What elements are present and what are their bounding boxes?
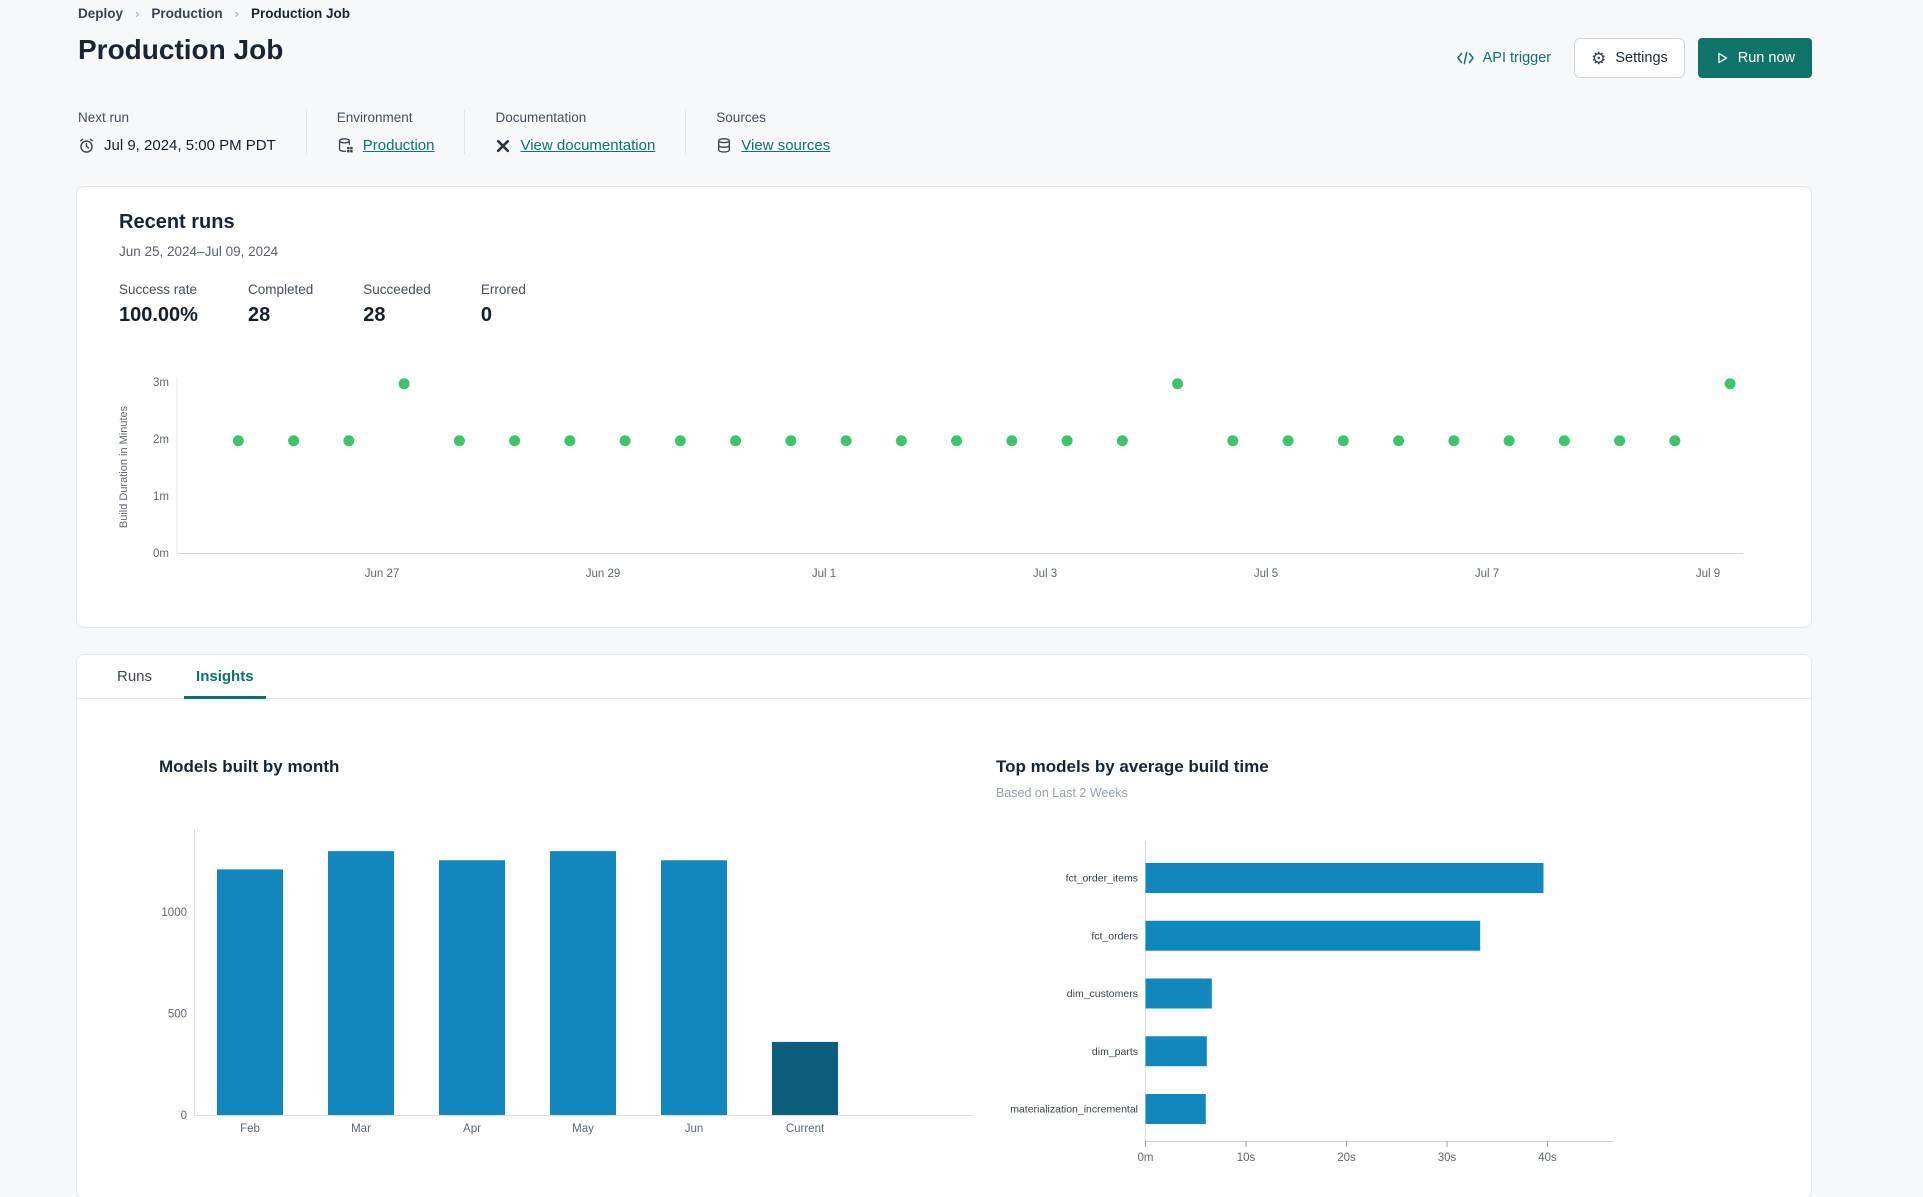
meta-environment-label: Environment xyxy=(336,110,413,125)
tab-insights[interactable]: Insights xyxy=(174,655,276,699)
svg-text:dim_customers: dim_customers xyxy=(1067,988,1138,1000)
models-built-bar-chart: 0 500 1000 Feb Mar Apr May Jun Current xyxy=(161,829,973,1135)
database-icon xyxy=(718,138,731,153)
view-sources-link[interactable]: View sources xyxy=(741,137,830,154)
breadcrumb-production-job: Production Job xyxy=(250,6,350,21)
svg-text:20s: 20s xyxy=(1337,1152,1356,1164)
svg-text:Apr: Apr xyxy=(463,1123,481,1135)
svg-text:fct_orders: fct_orders xyxy=(1091,930,1138,942)
meta-documentation: Documentation View documentation xyxy=(464,110,685,154)
svg-text:Jul 1: Jul 1 xyxy=(812,568,836,580)
svg-text:0m: 0m xyxy=(1138,1152,1154,1164)
recent-runs-date-range: Jun 25, 2024–Jul 09, 2024 xyxy=(119,244,279,259)
tab-runs[interactable]: Runs xyxy=(95,655,174,698)
recent-runs-stats: Success rate 100.00% Completed 28 Succee… xyxy=(119,282,526,327)
meta-environment: Environment Production xyxy=(305,110,465,154)
stat-completed: Completed 28 xyxy=(247,282,314,326)
run-now-label: Run now xyxy=(1737,50,1795,66)
chevron-right-icon: › xyxy=(234,6,239,21)
svg-text:10s: 10s xyxy=(1237,1152,1256,1164)
alarm-clock-icon xyxy=(80,138,93,153)
svg-text:Jun 29: Jun 29 xyxy=(586,568,621,580)
meta-sources: Sources View sources xyxy=(685,110,860,154)
build-duration-scatter-chart: Build Duration in Minutes 0m 1m 2m 3m Jun 27 J… xyxy=(118,377,1743,580)
svg-text:1m: 1m xyxy=(153,491,169,503)
stat-success-rate: Success rate 100.00% xyxy=(119,282,198,326)
environment-link[interactable]: Production xyxy=(363,137,435,154)
code-icon xyxy=(1456,51,1474,65)
recent-runs-card: Recent runs Jun 25, 2024–Jul 09, 2024 Su… xyxy=(76,186,1812,628)
settings-button[interactable]: ⚙ Settings xyxy=(1574,38,1685,78)
svg-text:Current: Current xyxy=(786,1123,825,1135)
job-detail-card: Runs Insights Models built by month 0 500… xyxy=(76,654,1812,1197)
svg-text:0: 0 xyxy=(181,1110,187,1122)
dbt-logo-icon xyxy=(497,139,510,152)
production-job-page: Deploy › Production › Production Job Pro… xyxy=(0,0,1923,1197)
environment-stack-icon xyxy=(338,138,353,153)
breadcrumb-deploy[interactable]: Deploy xyxy=(78,6,123,21)
svg-text:3m: 3m xyxy=(153,377,169,389)
api-trigger-label: API trigger xyxy=(1482,50,1552,66)
svg-text:40s: 40s xyxy=(1538,1152,1557,1164)
svg-text:fct_order_items: fct_order_items xyxy=(1066,873,1138,885)
play-icon xyxy=(1718,52,1727,64)
view-documentation-link[interactable]: View documentation xyxy=(520,137,655,154)
svg-text:dim_parts: dim_parts xyxy=(1092,1046,1138,1058)
meta-next-run-label: Next run xyxy=(78,110,130,125)
svg-text:Jul 3: Jul 3 xyxy=(1033,568,1057,580)
svg-text:Jul 9: Jul 9 xyxy=(1696,568,1720,580)
meta-sources-label: Sources xyxy=(716,110,766,125)
svg-text:Feb: Feb xyxy=(240,1123,260,1135)
svg-text:0m: 0m xyxy=(153,548,169,560)
svg-text:500: 500 xyxy=(168,1009,187,1021)
recent-runs-title: Recent runs xyxy=(119,211,235,233)
breadcrumb-production[interactable]: Production xyxy=(151,6,222,21)
svg-text:materialization_incremental: materialization_incremental xyxy=(1010,1104,1138,1116)
gear-icon: ⚙ xyxy=(1591,48,1607,68)
svg-text:Jun 27: Jun 27 xyxy=(365,568,400,580)
top-models-hbar-chart: 0m 10s 20s 30s 40s fct_order_items fct_ordersd… xyxy=(1010,841,1613,1164)
svg-text:May: May xyxy=(572,1123,594,1135)
svg-text:Build Duration in Minutes: Build Duration in Minutes xyxy=(118,405,130,528)
api-trigger-link[interactable]: API trigger xyxy=(1456,50,1552,66)
page-title: Production Job xyxy=(78,34,284,65)
run-now-button[interactable]: Run now xyxy=(1697,38,1812,78)
stat-succeeded: Succeeded 28 xyxy=(363,282,431,326)
tabs-row: Runs Insights xyxy=(77,655,1811,699)
svg-text:Mar: Mar xyxy=(351,1123,371,1135)
header-actions: API trigger ⚙ Settings Run now xyxy=(1456,38,1812,78)
svg-text:Jul 7: Jul 7 xyxy=(1475,568,1499,580)
meta-documentation-label: Documentation xyxy=(495,110,587,125)
models-built-chart-title: Models built by month xyxy=(159,757,340,776)
svg-text:2m: 2m xyxy=(153,434,169,446)
job-meta-row: Next run Jul 9, 2024, 5:00 PM PDT Enviro… xyxy=(78,110,860,154)
breadcrumb: Deploy › Production › Production Job xyxy=(78,6,350,21)
svg-text:Jul 5: Jul 5 xyxy=(1254,568,1278,580)
settings-label: Settings xyxy=(1615,50,1668,66)
svg-text:30s: 30s xyxy=(1438,1152,1457,1164)
top-models-chart-subtitle: Based on Last 2 Weeks xyxy=(996,786,1128,800)
meta-next-run: Next run Jul 9, 2024, 5:00 PM PDT xyxy=(78,110,306,154)
next-run-value: Jul 9, 2024, 5:00 PM PDT xyxy=(104,137,276,154)
chevron-right-icon: › xyxy=(135,6,140,21)
stat-errored: Errored 0 xyxy=(480,282,526,326)
top-models-chart-title: Top models by average build time xyxy=(996,757,1269,776)
svg-text:1000: 1000 xyxy=(161,907,187,919)
svg-text:Jun: Jun xyxy=(685,1123,704,1135)
